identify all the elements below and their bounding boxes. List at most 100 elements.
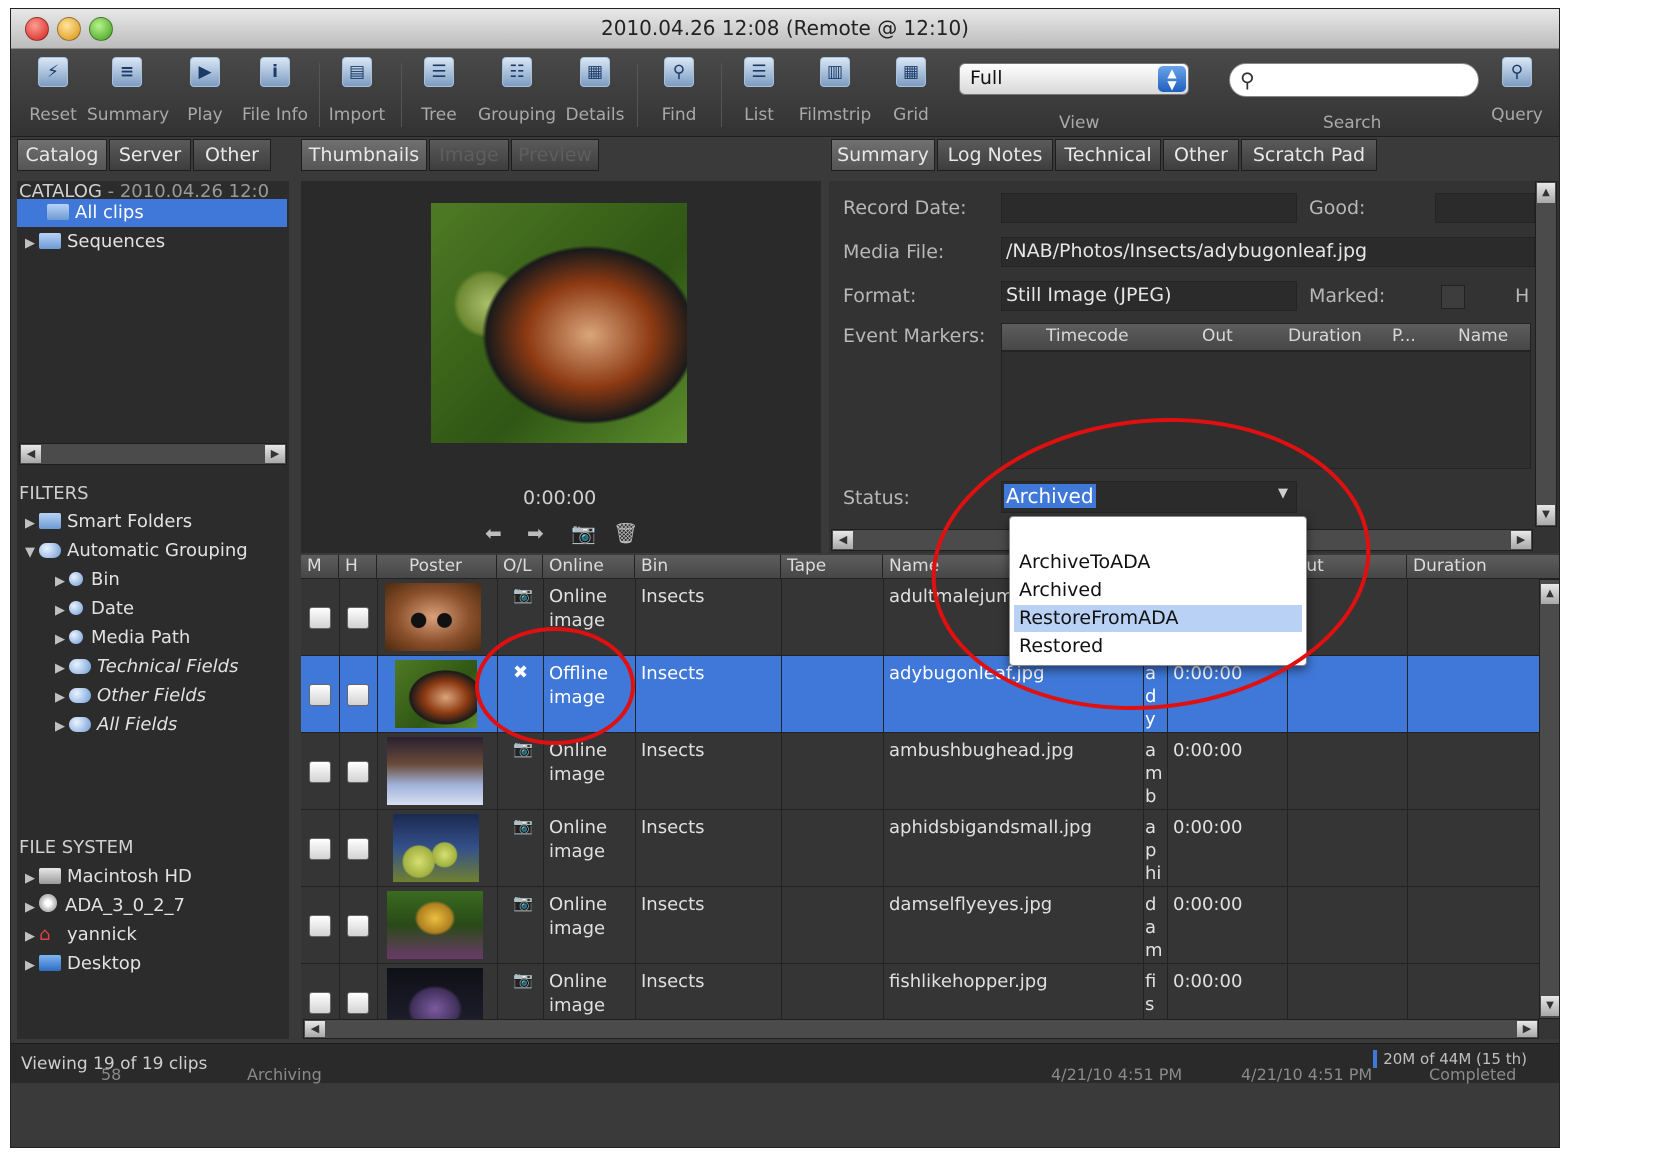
- marked-checkbox[interactable]: [309, 607, 331, 629]
- summary-button[interactable]: ≡ Summary: [87, 57, 169, 125]
- tab-other-left[interactable]: Other: [193, 139, 271, 171]
- event-col-timecode[interactable]: Timecode: [1046, 326, 1129, 346]
- query-button[interactable]: ⚲ Query: [1477, 57, 1557, 125]
- table-row[interactable]: 📷 Online image Insects damselflyeyes.jpg …: [301, 887, 1541, 964]
- view-select[interactable]: Full ▲ ▼: [959, 63, 1189, 95]
- tab-other[interactable]: Other: [1163, 139, 1239, 171]
- tree-button[interactable]: ☰ Tree: [399, 57, 479, 125]
- sidebar-item-ada[interactable]: ▶ ADA_3_0_2_7: [17, 892, 287, 920]
- marked-checkbox[interactable]: [1441, 285, 1465, 309]
- scroll-up-icon[interactable]: ▲: [1537, 183, 1555, 203]
- table-vertical-scrollbar[interactable]: ▲ ▼: [1539, 579, 1559, 1019]
- table-horizontal-scrollbar[interactable]: ◀ ▶: [303, 1019, 1539, 1039]
- find-button[interactable]: ⚲ Find: [639, 57, 719, 125]
- marked-checkbox[interactable]: [309, 838, 331, 860]
- sidebar-item-other-fields[interactable]: ▶ Other Fields: [17, 682, 287, 710]
- col-header-m[interactable]: M: [301, 555, 339, 579]
- media-file-field[interactable]: /NAB/Photos/Insects/adybugonleaf.jpg: [1001, 237, 1535, 267]
- tab-log-notes[interactable]: Log Notes: [937, 139, 1053, 171]
- file-info-button[interactable]: i File Info: [235, 57, 315, 125]
- col-header-ol[interactable]: O/L: [497, 555, 543, 579]
- scroll-left-icon[interactable]: ◀: [305, 1021, 325, 1037]
- disclosure-triangle-icon[interactable]: ▶: [25, 230, 39, 258]
- scroll-up-icon[interactable]: ▲: [1541, 584, 1559, 604]
- tab-preview[interactable]: Preview: [511, 139, 599, 171]
- tab-scratch-pad[interactable]: Scratch Pad: [1241, 139, 1377, 171]
- disclosure-triangle-icon[interactable]: ▶: [55, 597, 69, 625]
- import-button[interactable]: ▤ Import: [317, 57, 397, 125]
- sidebar-item-media-path[interactable]: ▶ Media Path: [17, 624, 287, 652]
- sidebar-item-macintosh-hd[interactable]: ▶ Macintosh HD: [17, 863, 287, 891]
- catalog-scrollbar[interactable]: ◀ ▶: [19, 443, 287, 465]
- col-header-h[interactable]: H: [339, 555, 377, 579]
- menu-item-archived[interactable]: Archived: [1014, 577, 1302, 604]
- disclosure-triangle-icon[interactable]: ▼: [25, 539, 39, 567]
- chevron-down-icon[interactable]: ▼: [1278, 486, 1288, 501]
- summary-vertical-scrollbar[interactable]: ▲ ▼: [1535, 181, 1557, 527]
- format-field[interactable]: Still Image (JPEG): [1001, 281, 1297, 311]
- event-col-out[interactable]: Out: [1202, 326, 1233, 346]
- table-row[interactable]: 📷 Online image Insects adultmalejum: [301, 579, 1541, 656]
- menu-item-archivetoada[interactable]: ArchiveToADA: [1014, 549, 1302, 576]
- filmstrip-view-button[interactable]: ▥ Filmstrip: [795, 57, 875, 125]
- marked-checkbox[interactable]: [309, 915, 331, 937]
- scroll-down-icon[interactable]: ▼: [1537, 505, 1555, 525]
- tab-image[interactable]: Image: [429, 139, 509, 171]
- disclosure-triangle-icon[interactable]: ▶: [25, 894, 39, 922]
- scroll-right-icon[interactable]: ▶: [265, 445, 285, 463]
- hidden-checkbox[interactable]: [347, 761, 369, 783]
- sidebar-item-all-fields[interactable]: ▶ All Fields: [17, 711, 287, 739]
- marked-checkbox[interactable]: [309, 761, 331, 783]
- table-row-selected[interactable]: ✖ Offline image Insects adybugonleaf.jpg …: [301, 656, 1541, 733]
- event-col-p[interactable]: P...: [1392, 326, 1416, 346]
- col-header-online[interactable]: Online: [543, 555, 635, 579]
- disclosure-triangle-icon[interactable]: ▶: [55, 655, 69, 683]
- disclosure-triangle-icon[interactable]: ▶: [55, 626, 69, 654]
- disclosure-triangle-icon[interactable]: ▶: [55, 713, 69, 741]
- sidebar-item-bin[interactable]: ▶ Bin: [17, 566, 287, 594]
- search-input[interactable]: ⚲: [1229, 63, 1479, 97]
- good-field[interactable]: [1435, 193, 1535, 223]
- sidebar-item-date[interactable]: ▶ Date: [17, 595, 287, 623]
- list-view-button[interactable]: ☰ List: [719, 57, 799, 125]
- event-col-name[interactable]: Name: [1458, 326, 1508, 346]
- scroll-right-icon[interactable]: ▶: [1511, 531, 1531, 549]
- scroll-right-icon[interactable]: ▶: [1517, 1021, 1537, 1037]
- reset-button[interactable]: ⚡ Reset: [13, 57, 93, 125]
- hidden-checkbox[interactable]: [347, 684, 369, 706]
- sidebar-item-yannick[interactable]: ▶ ⌂ yannick: [17, 921, 287, 949]
- sidebar-item-automatic-grouping[interactable]: ▼ Automatic Grouping: [17, 537, 287, 565]
- disclosure-triangle-icon[interactable]: ▶: [25, 510, 39, 538]
- col-header-duration[interactable]: Duration: [1407, 555, 1559, 579]
- event-col-duration[interactable]: Duration: [1288, 326, 1362, 346]
- tab-catalog[interactable]: Catalog: [17, 139, 107, 171]
- camera-icon[interactable]: 📷: [571, 521, 596, 545]
- menu-item-restored[interactable]: Restored: [1014, 633, 1302, 660]
- sidebar-item-desktop[interactable]: ▶ Desktop: [17, 950, 287, 978]
- sidebar-item-sequences[interactable]: ▶ Sequences: [17, 228, 287, 256]
- record-date-field[interactable]: [1001, 193, 1297, 223]
- tab-technical[interactable]: Technical: [1055, 139, 1161, 171]
- disclosure-triangle-icon[interactable]: ▶: [25, 865, 39, 893]
- scroll-down-icon[interactable]: ▼: [1541, 996, 1559, 1016]
- grouping-button[interactable]: ☷ Grouping: [477, 57, 557, 125]
- table-row[interactable]: 📷 Online image Insects ambushbughead.jpg …: [301, 733, 1541, 810]
- scroll-left-icon[interactable]: ◀: [21, 445, 41, 463]
- hidden-checkbox[interactable]: [347, 838, 369, 860]
- tab-server[interactable]: Server: [109, 139, 191, 171]
- col-header-bin[interactable]: Bin: [635, 555, 781, 579]
- tab-summary[interactable]: Summary: [831, 139, 935, 171]
- col-header-poster[interactable]: Poster: [377, 555, 497, 579]
- details-button[interactable]: ▦ Details: [555, 57, 635, 125]
- marked-checkbox[interactable]: [309, 684, 331, 706]
- disclosure-triangle-icon[interactable]: ▶: [25, 952, 39, 980]
- disclosure-triangle-icon[interactable]: ▶: [55, 684, 69, 712]
- sidebar-item-all-clips[interactable]: All clips: [17, 199, 287, 227]
- play-button[interactable]: ▶ Play: [165, 57, 245, 125]
- table-row[interactable]: 📷 Online image Insects aphidsbigandsmall.…: [301, 810, 1541, 887]
- marked-checkbox[interactable]: [309, 992, 331, 1014]
- arrow-right-icon[interactable]: ➡: [527, 521, 544, 545]
- event-markers-list[interactable]: [1001, 351, 1531, 469]
- trash-icon[interactable]: 🗑: [613, 521, 638, 545]
- hidden-checkbox[interactable]: [347, 915, 369, 937]
